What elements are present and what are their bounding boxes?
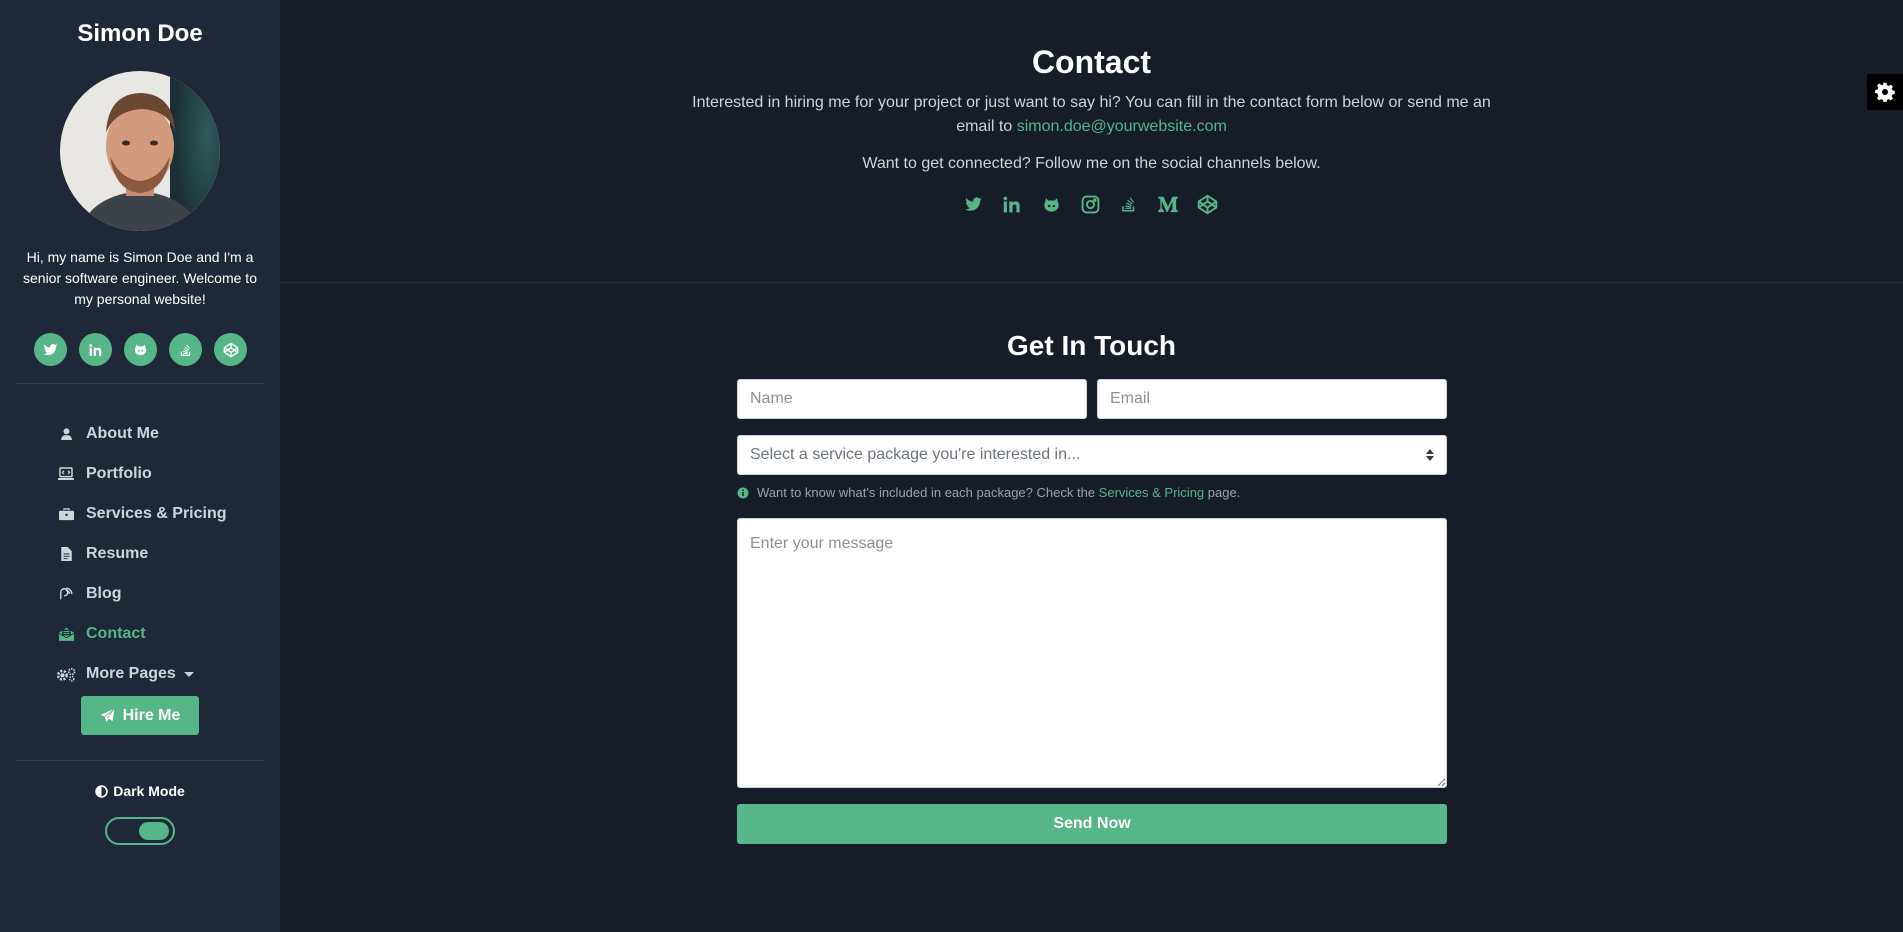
cogs-icon xyxy=(56,666,76,682)
file-icon xyxy=(58,546,74,562)
nav-label-services: Services & Pricing xyxy=(86,505,227,522)
dark-mode-text: Dark Mode xyxy=(113,783,185,799)
nav-item-contact[interactable]: Contact xyxy=(58,614,227,654)
gear-icon xyxy=(1875,82,1895,102)
briefcase-icon xyxy=(58,506,74,522)
message-textarea[interactable] xyxy=(737,518,1447,788)
blog-icon xyxy=(58,586,74,602)
nav-label-blog: Blog xyxy=(86,585,122,602)
form-title: Get In Touch xyxy=(1006,330,1177,361)
nav-label-more-pages: More Pages xyxy=(86,665,176,682)
medium-icon[interactable] xyxy=(1157,193,1179,215)
settings-button[interactable] xyxy=(1867,74,1903,110)
nav-item-resume[interactable]: Resume xyxy=(58,534,227,574)
twitter-icon[interactable] xyxy=(962,193,984,215)
twitter-icon[interactable] xyxy=(34,333,67,366)
sidebar-divider xyxy=(16,383,264,384)
sidebar-divider-bottom xyxy=(16,760,264,761)
nav-label-about: About Me xyxy=(86,425,159,442)
nav-label-contact: Contact xyxy=(86,625,146,642)
send-now-button[interactable]: Send Now xyxy=(737,804,1447,844)
package-hint: Want to know what's included in each pac… xyxy=(737,485,1240,500)
page-title: Contact xyxy=(1031,44,1152,80)
nav-label-resume: Resume xyxy=(86,545,149,562)
nav-item-portfolio[interactable]: Portfolio xyxy=(58,454,227,494)
linkedin-icon[interactable] xyxy=(1001,193,1023,215)
select-placeholder: Select a service package you're interest… xyxy=(750,446,1081,463)
contact-intro: Interested in hiring me for your project… xyxy=(690,91,1493,139)
email-input[interactable] xyxy=(1097,379,1447,419)
name-input[interactable] xyxy=(737,379,1087,419)
adjust-icon xyxy=(95,784,108,798)
email-link[interactable]: simon.doe@yourwebsite.com xyxy=(1017,118,1227,135)
main-social-links xyxy=(962,193,1218,215)
caret-down-icon xyxy=(183,671,194,677)
hint-text: Want to know what's included in each pac… xyxy=(757,485,1096,500)
envelope-open-icon xyxy=(58,626,74,642)
linkedin-icon[interactable] xyxy=(79,333,112,366)
codepen-icon[interactable] xyxy=(1196,193,1218,215)
sidebar-social-links xyxy=(34,333,247,366)
github-icon[interactable] xyxy=(124,333,157,366)
sidebar: Simon Doe Hi, my name is Simon Doe and I… xyxy=(0,0,280,932)
sort-icon xyxy=(1426,449,1434,461)
avatar xyxy=(60,71,220,231)
toggle-knob xyxy=(139,822,169,840)
hire-me-button[interactable]: Hire Me xyxy=(81,696,199,735)
section-divider xyxy=(280,282,1903,283)
user-icon xyxy=(58,426,74,442)
services-pricing-link[interactable]: Services & Pricing xyxy=(1099,485,1204,500)
info-circle-icon xyxy=(737,487,749,499)
nav-label-portfolio: Portfolio xyxy=(86,465,152,482)
dark-mode-label: Dark Mode xyxy=(0,783,280,799)
stack-overflow-icon[interactable] xyxy=(1118,193,1140,215)
contact-section xyxy=(280,0,1903,282)
hire-me-label: Hire Me xyxy=(122,706,181,724)
service-package-select[interactable]: Select a service package you're interest… xyxy=(737,435,1447,475)
follow-text: Want to get connected? Follow me on the … xyxy=(862,155,1321,172)
hint-suffix: page. xyxy=(1207,485,1241,500)
codepen-icon[interactable] xyxy=(214,333,247,366)
nav-item-services[interactable]: Services & Pricing xyxy=(58,494,227,534)
site-name[interactable]: Simon Doe xyxy=(0,20,280,48)
nav-item-about[interactable]: About Me xyxy=(58,414,227,454)
nav-item-blog[interactable]: Blog xyxy=(58,574,227,614)
dark-mode-toggle[interactable] xyxy=(105,817,175,845)
github-icon[interactable] xyxy=(1040,193,1062,215)
instagram-icon[interactable] xyxy=(1079,193,1101,215)
paper-plane-icon xyxy=(100,708,115,723)
bio-text: Hi, my name is Simon Doe and I'm a senio… xyxy=(23,249,257,307)
laptop-code-icon xyxy=(58,466,74,482)
nav-item-more-pages[interactable]: More Pages xyxy=(56,654,227,694)
sidebar-nav: About Me Portfolio Services & Pricing Re… xyxy=(56,414,227,694)
stack-overflow-icon[interactable] xyxy=(169,333,202,366)
